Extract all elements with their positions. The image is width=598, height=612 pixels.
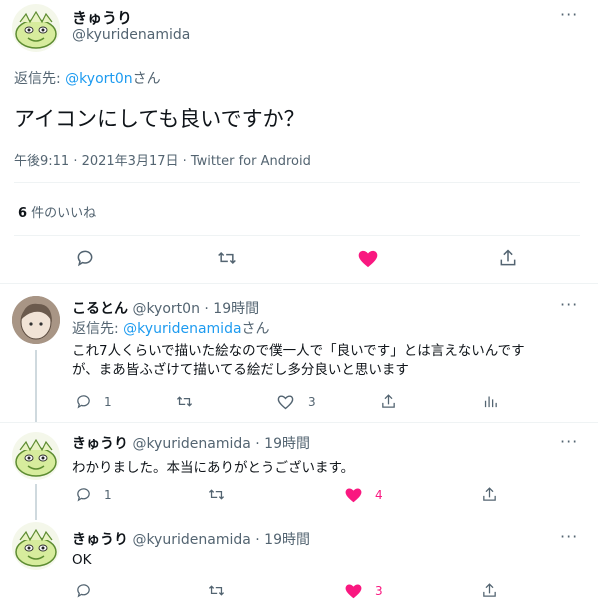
tweet-timestamp[interactable]: 午後9:11 · 2021年3月17日 · Twitter for Androi… — [14, 150, 311, 169]
retweet-icon[interactable] — [207, 582, 226, 599]
reply-icon[interactable] — [75, 248, 95, 268]
author-avatar[interactable] — [12, 4, 60, 52]
more-icon[interactable]: ··· — [560, 434, 578, 450]
reply-icon[interactable] — [75, 582, 92, 599]
share-icon[interactable] — [498, 247, 518, 269]
retweet-icon[interactable] — [207, 486, 226, 503]
reply-icon[interactable] — [75, 486, 92, 503]
share-icon[interactable] — [481, 485, 498, 504]
reply-time[interactable]: · 19時間 — [251, 532, 310, 548]
reply-header: こるとん @kyort0n · 19時間 — [72, 298, 259, 318]
tweet-text: アイコンにしても良いですか？ — [14, 107, 305, 131]
more-icon[interactable]: ··· — [560, 297, 578, 313]
reply-header: きゅうり @kyuridenamida · 19時間 — [72, 529, 310, 549]
reply-to-line: 返信先: @kyort0nさん — [14, 68, 161, 88]
reply-avatar[interactable] — [12, 522, 60, 570]
thread-line — [35, 350, 37, 422]
like-icon[interactable] — [344, 582, 363, 599]
more-icon[interactable]: ··· — [560, 529, 578, 545]
thread-line — [35, 484, 37, 520]
reply-avatar[interactable] — [12, 296, 60, 344]
likes-count: 6 — [18, 206, 28, 221]
divider — [0, 283, 598, 284]
like-count: 3 — [375, 584, 383, 598]
share-icon[interactable] — [481, 581, 498, 600]
reply-text-line: これ7人くらいで描いた絵なので僕一人で「良いです」とは言えないんです — [72, 343, 525, 359]
reply-text: わかりました。本当にありがとうございます。 — [72, 460, 355, 476]
reply-author-handle[interactable]: @kyuridenamida — [132, 532, 250, 548]
divider — [14, 235, 580, 236]
divider — [14, 182, 580, 183]
retweet-icon[interactable] — [175, 393, 194, 410]
analytics-icon[interactable] — [482, 392, 499, 411]
reply-text-line: が、まあ皆ふざけて描いてる絵だし多分良いと思います — [72, 362, 409, 378]
more-icon[interactable]: ··· — [560, 7, 578, 23]
reply-author-handle[interactable]: @kyort0n — [132, 301, 199, 317]
reply-author-name[interactable]: きゅうり — [72, 436, 128, 452]
like-icon[interactable] — [276, 393, 295, 410]
reply-author-name[interactable]: こるとん — [72, 301, 128, 317]
likes-summary[interactable]: 6 件のいいね — [18, 202, 96, 221]
reply-author-handle[interactable]: @kyuridenamida — [132, 436, 250, 452]
share-icon[interactable] — [380, 392, 397, 411]
reply-time[interactable]: · 19時間 — [200, 301, 259, 317]
reply-to-prefix: 返信先: — [72, 321, 124, 337]
reply-text: OK — [72, 552, 92, 568]
reply-text: これ7人くらいで描いた絵なので僕一人で「良いです」とは言えないんです が、まあ皆… — [72, 342, 525, 380]
divider — [0, 422, 598, 423]
like-count: 3 — [308, 395, 316, 409]
reply-to-handle[interactable]: @kyort0n — [65, 71, 132, 87]
reply-to-handle[interactable]: @kyuridenamida — [123, 321, 241, 337]
reply-to-suffix: さん — [241, 321, 270, 337]
reply-time[interactable]: · 19時間 — [251, 436, 310, 452]
reply-header: きゅうり @kyuridenamida · 19時間 — [72, 433, 310, 453]
likes-label: 件のいいね — [27, 206, 97, 221]
author-handle[interactable]: @kyuridenamida — [72, 27, 190, 43]
retweet-icon[interactable] — [216, 248, 238, 268]
like-icon[interactable] — [344, 486, 363, 503]
reply-author-name[interactable]: きゅうり — [72, 532, 128, 548]
reply-to-line: 返信先: @kyuridenamidaさん — [72, 318, 270, 338]
reply-to-prefix: 返信先: — [14, 71, 66, 87]
like-count: 4 — [375, 488, 383, 502]
reply-count: 1 — [104, 488, 112, 502]
reply-count: 1 — [104, 395, 112, 409]
reply-avatar[interactable] — [12, 432, 60, 480]
author-name[interactable]: きゅうり — [72, 7, 132, 28]
reply-icon[interactable] — [75, 393, 92, 410]
like-icon[interactable] — [357, 248, 379, 268]
reply-to-suffix: さん — [132, 71, 161, 87]
